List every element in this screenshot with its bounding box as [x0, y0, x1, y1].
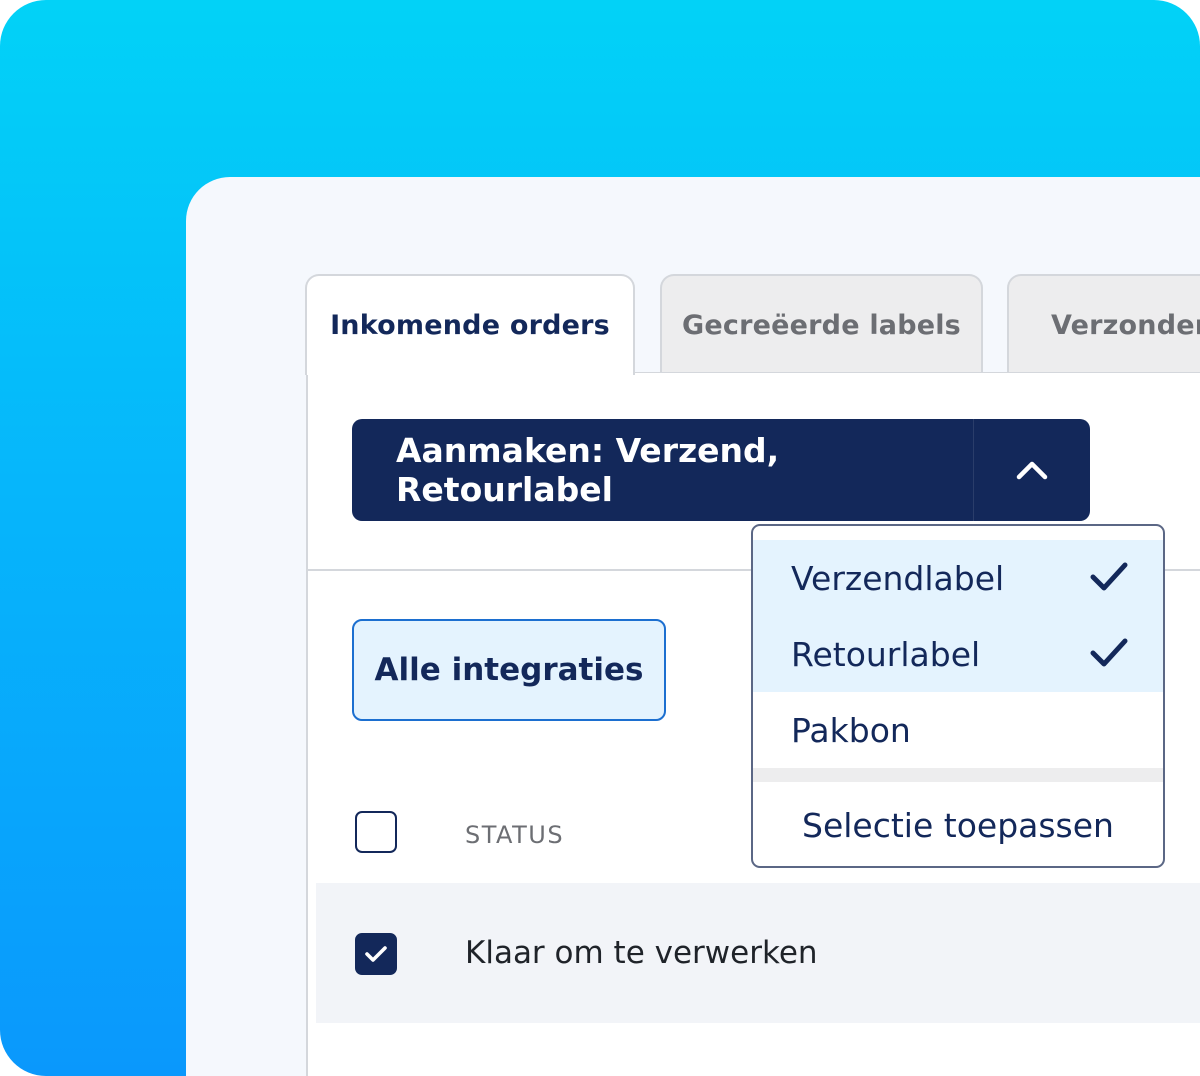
apply-selection-button[interactable]: Selectie toepassen: [753, 782, 1163, 866]
integrations-filter-button[interactable]: Alle integraties: [352, 619, 666, 721]
option-verzendlabel[interactable]: Verzendlabel: [753, 540, 1163, 616]
row-status-text: Klaar om te verwerken: [465, 935, 818, 971]
select-all-checkbox[interactable]: [355, 811, 397, 853]
checkmark-icon: [365, 946, 387, 962]
option-retourlabel[interactable]: Retourlabel: [753, 616, 1163, 692]
option-label: Verzendlabel: [791, 558, 1005, 598]
background: Inkomende orders Gecreëerde labels Verzo…: [0, 0, 1200, 1076]
tab-gecreeerde-labels[interactable]: Gecreëerde labels: [660, 274, 983, 374]
chevron-up-icon[interactable]: [974, 419, 1090, 521]
check-icon: [1089, 560, 1129, 602]
option-label: Pakbon: [791, 710, 911, 750]
check-icon: [1089, 636, 1129, 678]
tab-verzonden[interactable]: Verzonden: [1007, 274, 1200, 374]
option-pakbon[interactable]: Pakbon: [753, 692, 1163, 768]
app-window: Inkomende orders Gecreëerde labels Verzo…: [186, 177, 1200, 1076]
status-column-header: STATUS: [465, 821, 565, 849]
tab-inkomende-orders[interactable]: Inkomende orders: [305, 274, 635, 375]
create-labels-label: Aanmaken: Verzend, Retourlabel: [396, 431, 780, 509]
label-type-dropdown: Verzendlabel Retourlabel Pakbon Selectie…: [751, 524, 1165, 868]
create-labels-button[interactable]: Aanmaken: Verzend, Retourlabel: [352, 419, 1090, 521]
row-checkbox[interactable]: [355, 933, 397, 975]
dropdown-separator: [753, 768, 1163, 782]
option-label: Retourlabel: [791, 634, 981, 674]
